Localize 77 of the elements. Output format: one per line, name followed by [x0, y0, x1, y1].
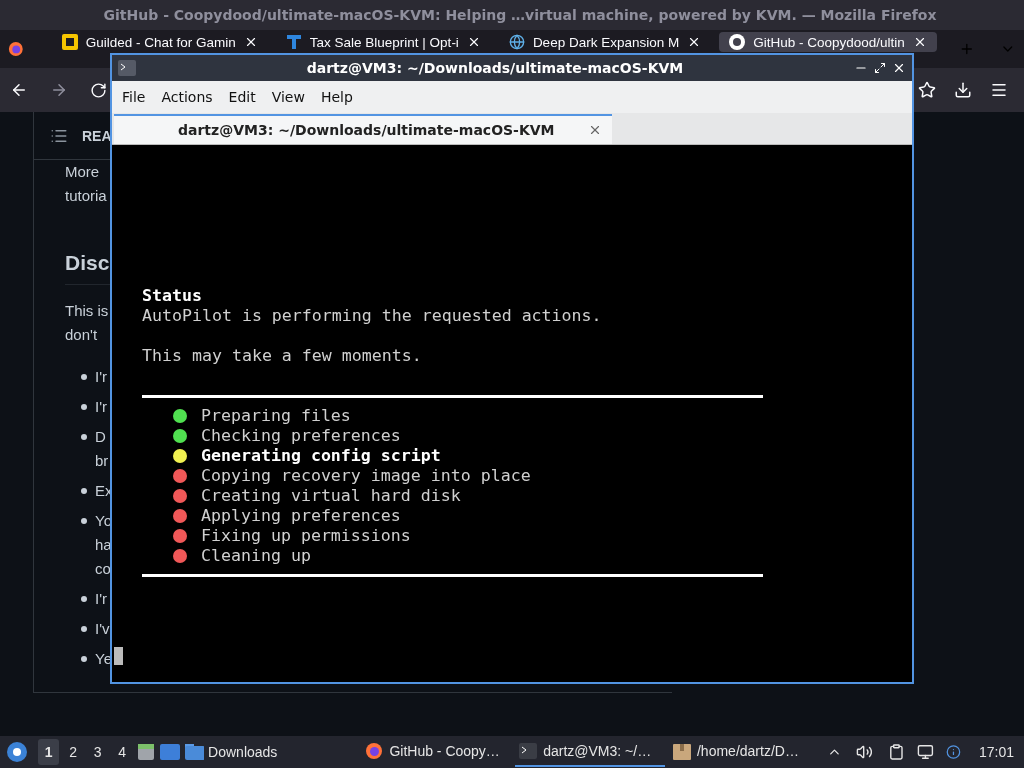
readme-tab[interactable]: REA: [82, 127, 112, 144]
volume-icon[interactable]: [855, 743, 873, 761]
clock: 17:01: [979, 744, 1015, 760]
bullet-dot: [81, 404, 87, 410]
bullet-dot: [81, 518, 87, 524]
close-icon[interactable]: [892, 61, 906, 75]
menu-item[interactable]: Edit: [226, 89, 266, 105]
menu-icon[interactable]: [990, 81, 1008, 99]
list-text: I'r: [95, 589, 108, 609]
list-text: D: [95, 427, 106, 447]
globe-icon: [508, 34, 525, 50]
window-title: GitHub - Coopydood/ultimate-macOS-KVM: Helping …virtual machine, powered by KVM. — Mozilla Firefox: [103, 7, 937, 23]
menu-item[interactable]: Help: [318, 89, 363, 105]
desktop-icon[interactable]: [159, 742, 180, 762]
list-text: I'v: [95, 619, 110, 639]
folder-launcher-label[interactable]: Downloads: [208, 744, 278, 760]
workspace-button[interactable]: 1: [38, 739, 59, 765]
clipboard-icon[interactable]: [888, 743, 906, 761]
step-text: Fixing up permissions: [201, 526, 411, 546]
list-text: I'r: [95, 397, 108, 417]
step-text: Checking preferences: [201, 426, 401, 446]
bullet-dot: [81, 434, 87, 440]
bullet-dot: [81, 488, 87, 494]
reload-icon[interactable]: [90, 81, 107, 99]
maximize-icon[interactable]: [874, 62, 886, 74]
menu-item[interactable]: Actions: [159, 89, 223, 105]
paragraph-text: More: [65, 162, 100, 182]
download-icon[interactable]: [954, 81, 972, 99]
step-text: Copying recovery image into place: [201, 466, 531, 486]
step-text: Generating config script: [201, 446, 441, 466]
folder-icon[interactable]: [183, 743, 205, 761]
browser-tab[interactable]: GitHub - Coopydood/ultin: [719, 32, 937, 52]
status-heading: Status: [142, 286, 203, 306]
paragraph-text: don't: [65, 325, 98, 345]
workspace-button[interactable]: 3: [87, 739, 108, 765]
terminal-icon: [519, 743, 538, 759]
browser-tab[interactable]: Deep Dark Expansion M: [498, 32, 712, 52]
bullet-dot: [81, 374, 87, 380]
network-icon[interactable]: [917, 743, 935, 761]
terminal-tab[interactable]: dartz@VM3: ~/Downloads/ultimate-macOS-KVM: [114, 114, 612, 144]
taskbar-task[interactable]: dartz@VM3: ~/…: [515, 737, 665, 767]
archive-icon: [672, 742, 691, 760]
bullet-dot: [81, 656, 87, 662]
terminal-icon: [118, 60, 136, 76]
forward-icon[interactable]: [50, 81, 68, 99]
step-text: Preparing files: [201, 406, 351, 426]
browser-tab[interactable]: Tax Sale Blueprint | Opt-i: [275, 32, 491, 52]
list-text: I'r: [95, 367, 108, 387]
console-text: This may take a few moments.: [142, 346, 423, 366]
file-cabinet-icon[interactable]: [136, 742, 156, 762]
bookmark-star-icon[interactable]: [918, 81, 936, 99]
back-icon[interactable]: [10, 81, 28, 99]
step-text: Creating virtual hard disk: [201, 486, 461, 506]
list-text: co: [95, 559, 111, 579]
workspace-button[interactable]: 2: [62, 739, 84, 765]
step-text: Applying preferences: [201, 506, 401, 526]
taskbar-task[interactable]: GitHub - Coopy…: [361, 737, 512, 767]
taskbar-task[interactable]: /home/dartz/D…: [668, 737, 819, 767]
paragraph-text: tutoria: [65, 186, 107, 206]
workspace-button[interactable]: 4: [111, 739, 133, 765]
console-text: AutoPilot is performing the requested actions.: [142, 306, 603, 326]
notification-icon[interactable]: [946, 744, 961, 760]
window-title: dartz@VM3: ~/Downloads/ultimate-macOS-KVM: [305, 60, 685, 76]
bullet-dot: [81, 626, 87, 632]
firefox-icon: [365, 742, 384, 760]
list-text: br: [95, 451, 109, 471]
menu-item[interactable]: View: [269, 89, 315, 105]
section-heading: Disc: [65, 251, 110, 274]
bullet-dot: [81, 596, 87, 602]
start-menu-icon[interactable]: [6, 741, 27, 763]
text-cursor: [114, 647, 123, 665]
step-text: Cleaning up: [201, 546, 311, 566]
menu-item[interactable]: File: [120, 89, 156, 105]
browser-tab[interactable]: Guilded - Chat for Gamin: [51, 32, 268, 52]
t-logo-icon: [285, 34, 302, 50]
firefox-logo-icon: [8, 40, 24, 58]
paragraph-text: This is: [65, 301, 109, 321]
